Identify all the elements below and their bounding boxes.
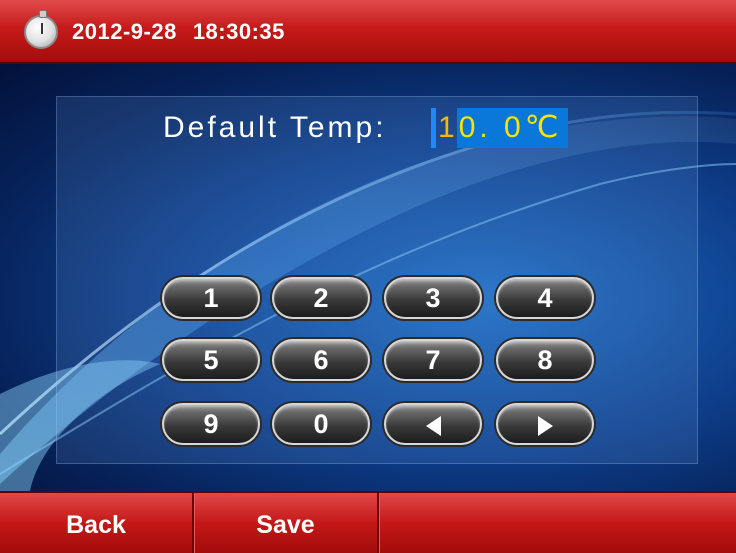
back-button[interactable]: Back: [0, 493, 192, 553]
stopwatch-icon: [24, 10, 58, 49]
key-8[interactable]: 8: [496, 339, 594, 381]
default-temp-label: Default Temp:: [163, 111, 387, 144]
status-bar: 2012-9-28 18:30:35: [0, 0, 736, 64]
left-arrow-icon: [425, 415, 441, 436]
time-text: 18:30:35: [192, 19, 285, 44]
key-0[interactable]: 0: [272, 403, 370, 445]
input-panel: [56, 96, 698, 464]
temp-value-rest: 0. 0℃: [456, 108, 569, 148]
temp-active-digit: 1: [438, 111, 455, 144]
key-7[interactable]: 7: [384, 339, 482, 381]
footer-bar: Back Save: [0, 491, 736, 553]
cursor-right-button[interactable]: [496, 403, 594, 445]
temp-value-field[interactable]: 1 0. 0℃: [431, 108, 569, 148]
key-6[interactable]: 6: [272, 339, 370, 381]
save-button[interactable]: Save: [194, 493, 377, 553]
key-9[interactable]: 9: [162, 403, 260, 445]
key-3[interactable]: 3: [384, 277, 482, 319]
datetime-display: 2012-9-28 18:30:35: [72, 17, 285, 47]
footer-divider: [377, 493, 379, 553]
key-1[interactable]: 1: [162, 277, 260, 319]
right-arrow-icon: [537, 415, 553, 436]
key-4[interactable]: 4: [496, 277, 594, 319]
cursor-left-button[interactable]: [384, 403, 482, 445]
key-5[interactable]: 5: [162, 339, 260, 381]
date-text: 2012-9-28: [72, 19, 177, 44]
key-2[interactable]: 2: [272, 277, 370, 319]
device-screen: 2012-9-28 18:30:35 Default Temp: 1 0. 0℃…: [0, 0, 736, 553]
